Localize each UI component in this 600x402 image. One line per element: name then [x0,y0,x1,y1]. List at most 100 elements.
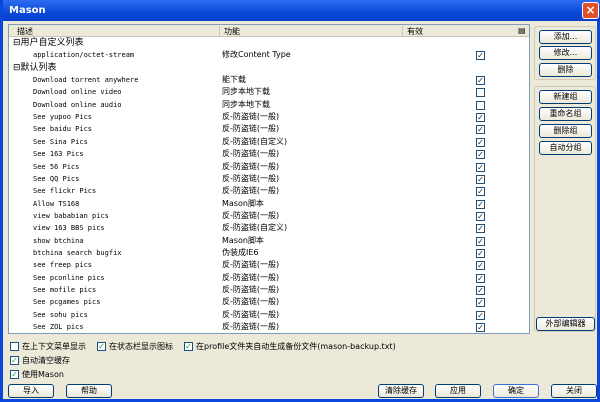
external-editor-button[interactable]: 外部编辑器 [536,317,595,331]
valid-checkbox[interactable]: ✓ [476,199,485,209]
table-row[interactable]: Download torrent anywhere 能下载 ✓ [9,74,529,86]
valid-checkbox[interactable]: ✓ [476,224,485,234]
valid-checkbox[interactable]: ✓ [476,113,485,123]
valid-checkbox[interactable]: ✓ [476,137,485,147]
valid-checkbox[interactable]: ✓ [476,310,485,320]
window-title: Mason [9,5,46,16]
column-desc[interactable]: 描述 [17,26,33,37]
auto-group-button[interactable]: 自动分组 [539,141,592,155]
table-row[interactable]: See baidu Pics 反-防盗链(一般) ✓ [9,123,529,135]
rule-func: 反-防盗链(一般) [222,322,280,332]
table-row[interactable]: See ZOL pics 反-防盗链(一般) ✓ [9,321,529,333]
table-row[interactable]: See QQ Pics 反-防盗链(一般) ✓ [9,173,529,185]
edit-button[interactable]: 修改... [539,46,592,60]
valid-checkbox[interactable]: ✓ [476,150,485,160]
table-row[interactable]: See mofile pics 反-防盗链(一般) ✓ [9,284,529,296]
close-button[interactable]: 关闭 [551,384,597,398]
clear-cache-button[interactable]: 清除缓存 [378,384,424,398]
valid-checkbox[interactable]: ✓ [476,187,485,197]
checkbox[interactable]: ✓ [97,342,106,351]
table-row[interactable]: See 56 Pics 反-防盗链(一般) ✓ [9,161,529,173]
valid-checkbox[interactable]: ✓ [476,211,485,221]
checkbox[interactable] [10,342,19,351]
option-label: 使用Mason [22,370,64,379]
table-row[interactable]: view 163 BBS pics 反-防盗链(自定义) ✓ [9,222,529,234]
close-icon[interactable]: × [582,2,599,19]
table-row[interactable]: Allow TS168 Mason脚本 ✓ [9,198,529,210]
valid-checkbox[interactable]: ✓ [476,261,485,271]
rule-desc: see freep pics [33,261,93,270]
delete-button[interactable]: 删除 [539,63,592,77]
title-bar: Mason × [3,0,600,21]
table-row[interactable]: show btchina Mason脚本 ✓ [9,235,529,247]
table-row[interactable]: See yupoo Pics 反-防盗链(一般) ✓ [9,111,529,123]
import-button[interactable]: 导入 [8,384,54,398]
table-row[interactable]: See pcgames pics 反-防盗链(一般) ✓ [9,296,529,308]
option-checkbox[interactable]: 在上下文菜单显示 [10,342,86,352]
option-checkbox[interactable]: ✓ 在profile文件夹自动生成备份文件(mason-backup.txt) [184,342,396,352]
rule-func: 反-防盗链(一般) [222,210,280,220]
rule-desc: See 163 Pics [33,150,84,159]
valid-checkbox[interactable] [476,100,485,110]
column-chooser-icon[interactable]: ▤ [518,26,526,35]
valid-checkbox[interactable] [476,88,485,98]
rule-func: 反-防盗链(一般) [222,260,280,270]
valid-checkbox[interactable]: ✓ [476,174,485,184]
checkbox[interactable]: ✓ [10,356,19,365]
ok-button[interactable]: 确定 [493,384,539,398]
valid-checkbox[interactable]: ✓ [476,273,485,283]
valid-checkbox[interactable]: ✓ [476,236,485,246]
new-group-button[interactable]: 新建组 [539,90,592,104]
rule-func: 修改Content Type [222,50,291,60]
rule-desc: unblock tiramason for PRC [33,333,138,334]
add-button[interactable]: 添加... [539,30,592,44]
option-checkbox[interactable]: ✓ 自动清空缓存 [10,356,70,366]
valid-checkbox[interactable]: ✓ [476,248,485,258]
table-row[interactable]: application/octet-stream 修改Content Type ✓ [9,49,529,61]
rule-desc: See ZOL pics [33,323,84,332]
rule-desc: See QQ Pics [33,174,80,183]
help-button[interactable]: 帮助 [66,384,112,398]
rule-func: 反-防盗链(一般) [222,272,280,282]
valid-checkbox[interactable]: ✓ [476,286,485,295]
group-row[interactable]: ⊟默认列表 [9,62,529,74]
table-row[interactable]: See Sina Pics 反-防盗链(自定义) ✓ [9,136,529,148]
rule-func: 同步本地下载 [222,87,270,97]
valid-checkbox[interactable]: ✓ [476,323,485,333]
rule-func: 反-防盗链(一般) [222,285,280,294]
option-checkbox[interactable]: ✓ 在状态栏显示图标 [97,342,173,352]
valid-checkbox[interactable]: ✓ [476,125,485,135]
table-row[interactable]: unblock tiramason for PRC自定义Http头信息✓ [9,333,529,334]
table-row[interactable]: See 163 Pics 反-防盗链(一般) ✓ [9,148,529,160]
option-label: 在上下文菜单显示 [22,342,86,351]
rule-desc: See baidu Pics [33,125,93,134]
table-row[interactable]: See sohu pics 反-防盗链(一般) ✓ [9,309,529,321]
table-row[interactable]: btchina search bugfix 伪装成IE6 ✓ [9,247,529,259]
rule-func: 反-防盗链(一般) [222,173,280,183]
table-row[interactable]: See flickr Pics 反-防盗链(一般) ✓ [9,185,529,197]
valid-checkbox[interactable]: ✓ [476,51,485,61]
table-row[interactable]: See pconline pics 反-防盗链(一般) ✓ [9,272,529,284]
collapse-icon[interactable]: ⊟ [13,38,21,48]
valid-checkbox[interactable]: ✓ [476,162,485,172]
valid-checkbox[interactable]: ✓ [476,298,485,308]
column-func[interactable]: 功能 [224,26,240,37]
apply-button[interactable]: 应用 [435,384,481,398]
table-row[interactable]: see freep pics 反-防盗链(一般) ✓ [9,259,529,271]
checkbox[interactable]: ✓ [184,342,193,351]
rule-desc: See pcgames pics [33,298,101,307]
option-checkbox[interactable]: ✓ 使用Mason [10,370,64,380]
table-row[interactable]: Download online audio 同步本地下载 [9,99,529,111]
column-valid[interactable]: 有效 [407,26,423,37]
rename-group-button[interactable]: 重命名组 [539,107,592,121]
rules-list[interactable]: 描述 功能 有效 ▤ ⊟用户自定义列表 application/octet-str… [8,24,530,334]
group-row[interactable]: ⊟用户自定义列表 [9,37,529,49]
table-row[interactable]: view bababian pics 反-防盗链(一般) ✓ [9,210,529,222]
table-row[interactable]: Download online video 同步本地下载 [9,86,529,98]
valid-checkbox[interactable]: ✓ [476,76,485,86]
rule-desc: Download torrent anywhere [33,76,139,85]
collapse-icon[interactable]: ⊟ [13,63,21,73]
checkbox[interactable]: ✓ [10,370,19,379]
rule-func: Mason脚本 [222,235,264,245]
delete-group-button[interactable]: 删除组 [539,124,592,138]
